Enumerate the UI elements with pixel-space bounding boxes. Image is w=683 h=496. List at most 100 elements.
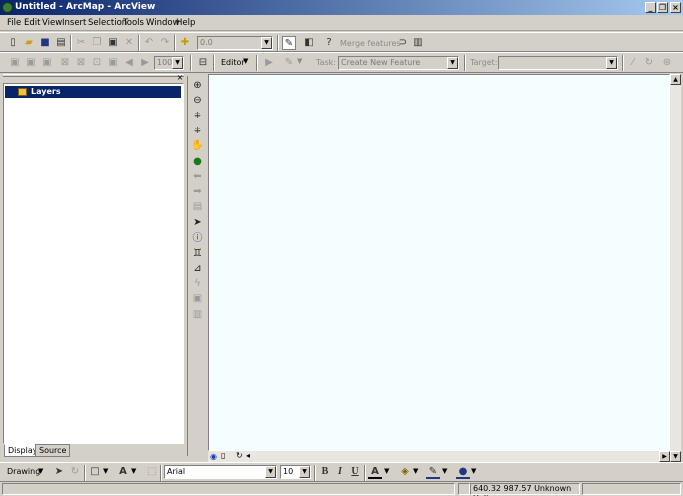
print-icon[interactable]: ▤	[54, 36, 68, 50]
undo-icon[interactable]: ↶	[142, 36, 156, 50]
chevron-down-icon[interactable]: ▼	[243, 57, 248, 65]
chevron-down-icon[interactable]: ▼	[442, 467, 447, 475]
chevron-down-icon[interactable]: ▼	[606, 57, 617, 69]
paste-icon[interactable]: ▣	[106, 36, 120, 50]
save-icon[interactable]: ■	[38, 36, 52, 50]
pan-hand-icon[interactable]: ✋	[191, 139, 204, 152]
line-color-icon[interactable]: ✎	[426, 465, 440, 479]
task-combo[interactable]: Create New Feature ▼	[338, 56, 459, 70]
menu-file[interactable]: File	[7, 18, 21, 28]
copy-icon[interactable]: ❐	[90, 36, 104, 50]
menu-insert[interactable]: Insert	[62, 18, 86, 28]
layout-view-icon[interactable]: ▯	[221, 451, 225, 460]
fixed-zoom-out-icon[interactable]: ⁜	[191, 124, 204, 137]
chevron-down-icon[interactable]: ▼	[103, 467, 108, 475]
chevron-down-icon[interactable]: ▼	[447, 57, 458, 69]
menu-help[interactable]: Help	[176, 18, 195, 28]
restore-button[interactable]: ❐	[657, 2, 668, 13]
zoom-100-icon[interactable]: ⊠	[74, 56, 88, 70]
rectangle-icon[interactable]: □	[88, 465, 102, 479]
zoom-in-icon[interactable]: ⊕	[191, 79, 204, 92]
fixed-zoom-icon[interactable]: ▣	[106, 56, 120, 70]
open-folder-icon[interactable]: ▰	[22, 36, 36, 50]
select-elements-icon[interactable]: ➤	[191, 216, 204, 229]
full-extent-globe-icon[interactable]: ●	[191, 155, 204, 168]
whats-this-help-icon[interactable]: ?	[322, 36, 336, 50]
sketch-tool-icon[interactable]: ✎	[282, 56, 296, 70]
split-tool-icon[interactable]: ⁄	[626, 56, 640, 70]
new-document-icon[interactable]: ▯	[6, 36, 20, 50]
chevron-down-icon[interactable]: ▼	[297, 57, 302, 65]
edit-vertices-icon[interactable]: ⬚	[145, 465, 159, 479]
zoom-layout-in-icon[interactable]: ▣	[24, 56, 38, 70]
arcmap-app-icon[interactable]	[2, 2, 13, 13]
merge-features-label[interactable]: Merge features	[340, 39, 401, 48]
clip-tool-icon[interactable]: ▥	[411, 36, 425, 50]
map-display[interactable]	[208, 74, 670, 451]
horizontal-scrollbar[interactable]: ◉ ▯ ↻ ◂ ▶	[208, 451, 670, 462]
swipe-icon[interactable]: ▥	[191, 308, 204, 321]
chevron-down-icon[interactable]: ▼	[265, 466, 276, 478]
close-button[interactable]: ×	[670, 2, 681, 13]
toggle-draft-mode-icon[interactable]: ⊟	[196, 56, 210, 70]
zoom-layout-out-icon[interactable]: ▣	[40, 56, 54, 70]
font-size-combo[interactable]: 10 ▼	[280, 465, 311, 479]
vertical-scrollbar[interactable]: ▲ ▼	[670, 74, 681, 462]
text-tool-icon[interactable]: A	[116, 465, 130, 479]
editor-menu-button[interactable]: Editor	[221, 58, 245, 67]
cut-icon[interactable]: ✂	[74, 36, 88, 50]
edit-tool-icon[interactable]: ▶	[262, 56, 276, 70]
table-of-contents[interactable]	[3, 83, 184, 444]
redo-icon[interactable]: ↷	[158, 36, 172, 50]
bold-button[interactable]: B	[318, 465, 332, 479]
scroll-up-icon[interactable]: ▲	[670, 74, 681, 85]
identify-icon[interactable]: ⓘ	[191, 232, 204, 245]
forward-extent-icon[interactable]: ➡	[191, 185, 204, 198]
menu-window[interactable]: Window	[146, 18, 180, 28]
chevron-down-icon[interactable]: ▼	[131, 467, 136, 475]
zoom-out-icon[interactable]: ⊖	[191, 94, 204, 107]
toc-grip[interactable]	[3, 74, 184, 77]
arctoolbox-icon[interactable]: ◧	[302, 36, 316, 50]
tab-source[interactable]: Source	[35, 444, 71, 457]
add-data-icon[interactable]: ✚	[178, 36, 192, 50]
back-extent-icon[interactable]: ⬅	[191, 170, 204, 183]
union-tool-icon[interactable]: ⊃	[396, 36, 410, 50]
menu-tools[interactable]: Tools	[123, 18, 144, 28]
chevron-down-icon[interactable]: ▼	[38, 467, 43, 475]
go-to-xy-icon[interactable]: ▣	[191, 292, 204, 305]
chevron-down-icon[interactable]: ▼	[261, 37, 272, 49]
refresh-view-icon[interactable]: ↻	[236, 451, 243, 460]
pause-drawing-icon[interactable]: ◂	[246, 451, 250, 460]
drawing-menu-button[interactable]: Drawing	[7, 467, 40, 476]
find-binoculars-icon[interactable]: ♊	[191, 247, 204, 260]
zoom-whole-page-icon[interactable]: ⊡	[90, 56, 104, 70]
select-elements-arrow-icon[interactable]: ➤	[52, 465, 66, 479]
delete-icon[interactable]: ✕	[122, 36, 136, 50]
scroll-right-icon[interactable]: ▶	[659, 451, 670, 462]
previous-extent-layout-icon[interactable]: ◀	[122, 56, 136, 70]
next-extent-layout-icon[interactable]: ▶	[138, 56, 152, 70]
font-color-button[interactable]: A	[368, 465, 382, 479]
minimize-button[interactable]: _	[645, 2, 656, 13]
data-view-icon[interactable]: ◉	[210, 452, 217, 461]
menu-selection[interactable]: Selection	[88, 18, 127, 28]
select-features-icon[interactable]: ▤	[191, 200, 204, 213]
measure-icon[interactable]: ⊿	[191, 262, 204, 275]
map-scale-combo[interactable]: 0.0 ▼	[197, 36, 273, 50]
menu-view[interactable]: View	[42, 18, 62, 28]
marker-color-icon[interactable]: ●	[456, 465, 470, 479]
chevron-down-icon[interactable]: ▼	[172, 57, 183, 69]
italic-button[interactable]: I	[333, 465, 347, 479]
chevron-down-icon[interactable]: ▼	[299, 466, 310, 478]
layers-data-frame[interactable]: Layers	[5, 86, 181, 98]
menu-edit[interactable]: Edit	[24, 18, 40, 28]
chevron-down-icon[interactable]: ▼	[413, 467, 418, 475]
attributes-icon[interactable]: ⊛	[660, 56, 674, 70]
new-layout-icon[interactable]: ▣	[8, 56, 22, 70]
close-icon[interactable]: ×	[176, 74, 184, 83]
full-extent-layout-icon[interactable]: ⊠	[58, 56, 72, 70]
rotate-tool-icon[interactable]: ↻	[642, 56, 656, 70]
rotate-element-icon[interactable]: ↻	[68, 465, 82, 479]
target-combo[interactable]: ▼	[498, 56, 618, 70]
